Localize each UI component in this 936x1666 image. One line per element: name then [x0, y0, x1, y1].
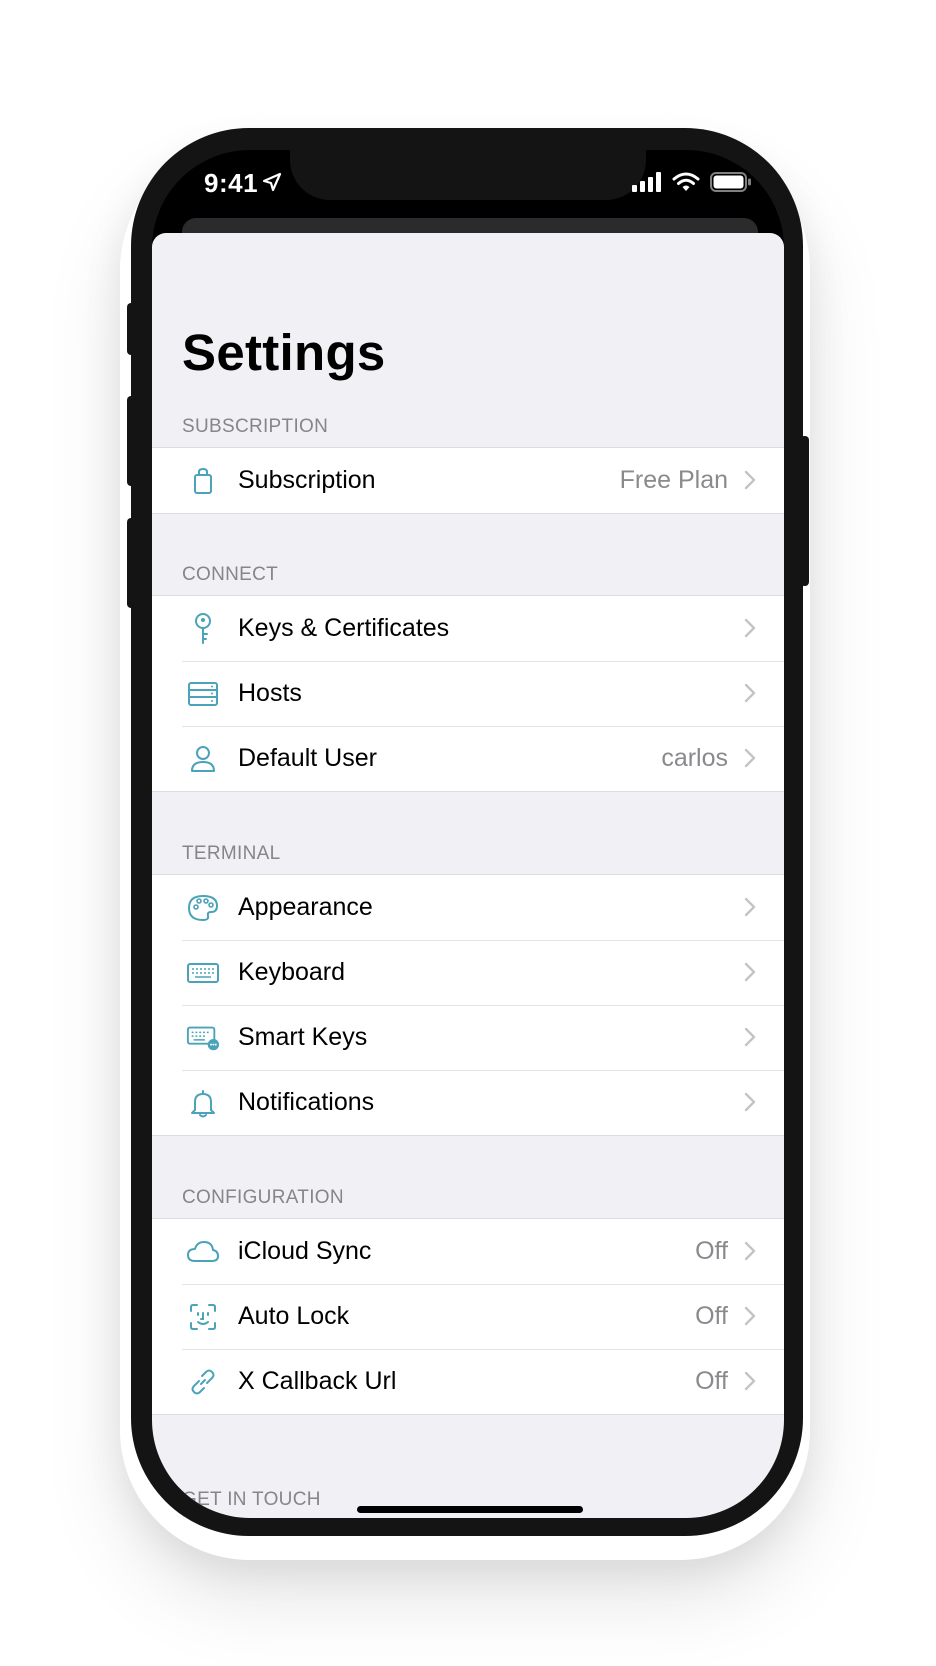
row-label: Auto Lock: [238, 1302, 350, 1330]
keyboard-icon: [186, 956, 220, 990]
default-user-row[interactable]: Default User carlos: [152, 726, 784, 791]
home-indicator[interactable]: [357, 1506, 583, 1513]
auto-lock-row[interactable]: Auto Lock Off: [152, 1284, 784, 1349]
power-button: [800, 436, 809, 586]
section-header-connect: CONNECT: [182, 564, 279, 585]
cloud-icon: [186, 1235, 220, 1269]
appearance-row[interactable]: Appearance: [152, 875, 784, 940]
notifications-row[interactable]: Notifications: [152, 1070, 784, 1135]
server-icon: [186, 677, 220, 711]
chevron-right-icon: [744, 1092, 756, 1112]
chevron-right-icon: [744, 683, 756, 703]
mute-switch: [127, 303, 135, 355]
row-label: Subscription: [238, 466, 376, 494]
row-value: Off: [695, 1302, 728, 1330]
group-subscription: Subscription Free Plan: [152, 447, 784, 514]
cellular-signal-icon: [632, 172, 661, 192]
chevron-right-icon: [744, 1027, 756, 1047]
row-label: Appearance: [238, 893, 373, 921]
section-header-configuration: CONFIGURATION: [182, 1187, 344, 1208]
row-label: Smart Keys: [238, 1023, 368, 1051]
face-id-icon: [186, 1300, 220, 1334]
notch: [290, 148, 646, 200]
status-time: 9:41: [204, 168, 259, 198]
chevron-right-icon: [744, 1306, 756, 1326]
row-label: Notifications: [238, 1088, 375, 1116]
chevron-right-icon: [744, 748, 756, 768]
smart-keys-icon: [186, 1021, 220, 1055]
link-icon: [186, 1365, 220, 1399]
subscription-row[interactable]: Subscription Free Plan: [152, 448, 784, 513]
wifi-icon: [672, 172, 700, 191]
section-header-get-in-touch: GET IN TOUCH: [182, 1489, 321, 1510]
page-title: Settings: [182, 324, 386, 381]
group-terminal: Appearance Keyboard Smart Keys Notificat…: [152, 874, 784, 1136]
status-icons: [632, 172, 752, 192]
smart-keys-row[interactable]: Smart Keys: [152, 1005, 784, 1070]
icloud-sync-row[interactable]: iCloud Sync Off: [152, 1219, 784, 1284]
row-label: Hosts: [238, 679, 302, 707]
group-configuration: iCloud Sync Off Auto Lock Off X Callback…: [152, 1218, 784, 1415]
person-icon: [186, 742, 220, 776]
x-callback-url-row[interactable]: X Callback Url Off: [152, 1349, 784, 1414]
chevron-right-icon: [744, 618, 756, 638]
key-icon: [186, 612, 220, 646]
battery-icon: [710, 172, 751, 192]
row-label: iCloud Sync: [238, 1237, 372, 1265]
chevron-right-icon: [744, 1241, 756, 1261]
volume-up-button: [127, 396, 135, 486]
chevron-right-icon: [744, 897, 756, 917]
row-value: carlos: [661, 744, 728, 772]
shopping-bag-icon: [186, 464, 220, 498]
row-value: Off: [695, 1237, 728, 1265]
section-header-terminal: TERMINAL: [182, 843, 281, 864]
keyboard-row[interactable]: Keyboard: [152, 940, 784, 1005]
chevron-right-icon: [744, 1371, 756, 1391]
group-connect: Keys & Certificates Hosts Default User c…: [152, 595, 784, 792]
settings-sheet: Settings SUBSCRIPTION Subscription Free …: [152, 233, 784, 1518]
hosts-row[interactable]: Hosts: [152, 661, 784, 726]
row-value: Off: [695, 1367, 728, 1395]
row-value: Free Plan: [619, 466, 728, 494]
chevron-right-icon: [744, 962, 756, 982]
chevron-right-icon: [744, 470, 756, 490]
section-header-subscription: SUBSCRIPTION: [182, 416, 329, 437]
bell-icon: [186, 1086, 220, 1120]
volume-down-button: [127, 518, 135, 608]
location-arrow-icon: [262, 172, 282, 192]
row-label: Default User: [238, 744, 377, 772]
row-label: X Callback Url: [238, 1367, 397, 1395]
row-label: Keyboard: [238, 958, 346, 986]
row-label: Keys & Certificates: [238, 614, 450, 642]
keys-certificates-row[interactable]: Keys & Certificates: [152, 596, 784, 661]
palette-icon: [186, 891, 220, 925]
